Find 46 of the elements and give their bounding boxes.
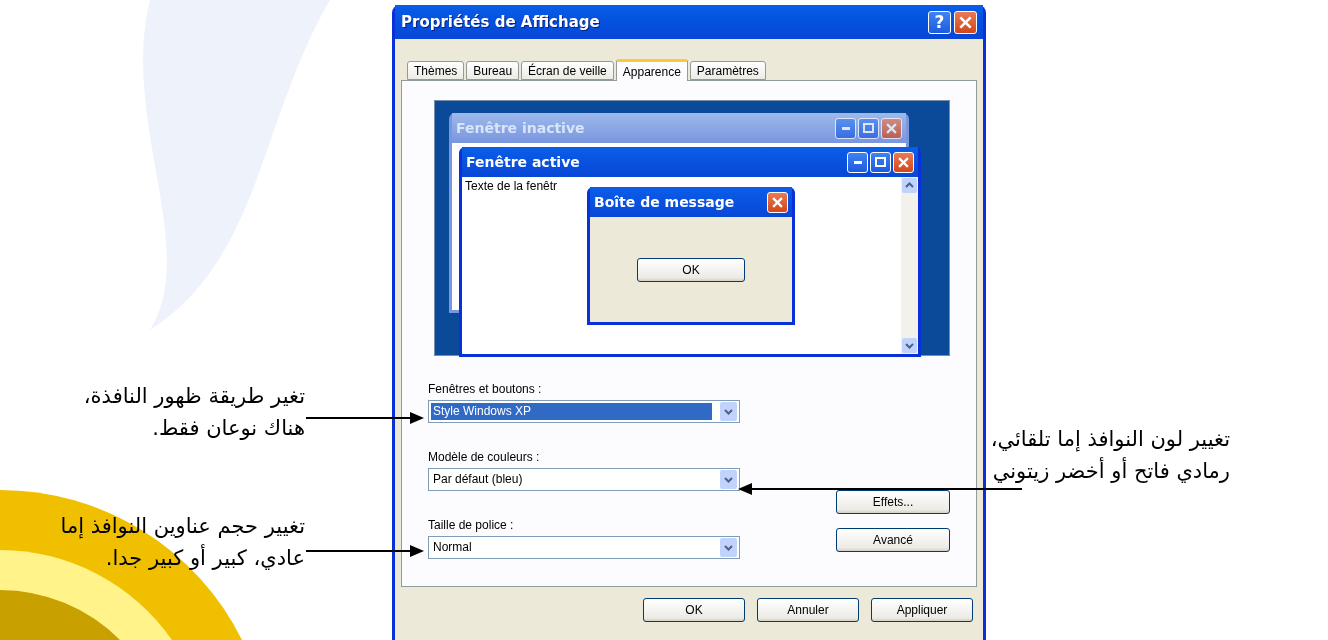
close-icon — [772, 196, 783, 208]
window-title: Fenêtre active — [466, 154, 581, 170]
window-text: Texte de la fenêtr — [464, 178, 559, 195]
field-label: Modèle de couleurs : — [428, 450, 541, 465]
close-icon — [886, 122, 897, 134]
dialog-button[interactable]: Appliquer — [871, 598, 973, 622]
window-title: Propriétés de Affichage — [401, 13, 601, 31]
minimize-button[interactable] — [835, 117, 856, 139]
scroll-down-icon — [901, 337, 918, 354]
close-button[interactable] — [767, 191, 788, 213]
maximize-button[interactable] — [858, 117, 879, 139]
field-label: Fenêtres et boutons : — [428, 382, 543, 397]
maximize-icon — [863, 123, 874, 133]
annotation-text: تغيير لون النوافذ إما تلقائي، رمادي فاتح أو أخضر زيتوني — [990, 426, 1230, 485]
dropdown-chevron-icon — [724, 476, 733, 483]
dropdown-chevron-icon — [724, 544, 733, 551]
minimize-button[interactable] — [847, 151, 868, 173]
close-icon — [898, 156, 909, 168]
field-label: Taille de police : — [428, 518, 515, 533]
tab[interactable]: Paramètres — [689, 61, 766, 80]
dropdown-field[interactable]: Normal — [428, 536, 740, 559]
maximize-button[interactable] — [870, 151, 891, 173]
tab[interactable]: Écran de veille — [521, 61, 614, 80]
dropdown-field[interactable]: Style Windows XP — [428, 400, 740, 423]
dialog-button[interactable]: Avancé — [836, 528, 950, 552]
close-button[interactable] — [893, 151, 914, 173]
annotation-text: تغير طريقة ظهور النافذة، هناك نوعان فقط. — [82, 383, 305, 442]
close-button[interactable] — [954, 10, 977, 34]
close-button[interactable] — [881, 117, 902, 139]
dropdown-chevron-icon — [724, 408, 733, 415]
window-title: Fenêtre inactive — [456, 120, 586, 136]
dropdown-field[interactable]: Par défaut (bleu) — [428, 468, 740, 491]
minimize-icon — [841, 126, 850, 130]
tab[interactable]: Bureau — [466, 61, 520, 80]
minimize-icon — [853, 160, 862, 164]
ok-button[interactable]: OK — [637, 257, 745, 282]
close-icon — [959, 15, 972, 29]
dialog-button[interactable]: Annuler — [757, 598, 859, 622]
tab[interactable]: Apparence — [615, 59, 688, 81]
window-title: Boîte de message — [594, 194, 736, 210]
maximize-icon — [875, 157, 886, 167]
dialog-button[interactable]: OK — [643, 598, 745, 622]
help-button[interactable]: ? — [928, 10, 951, 34]
tab[interactable]: Thèmes — [407, 61, 465, 80]
dialog-button[interactable]: Effets... — [836, 490, 950, 514]
scroll-up-icon — [901, 177, 918, 194]
